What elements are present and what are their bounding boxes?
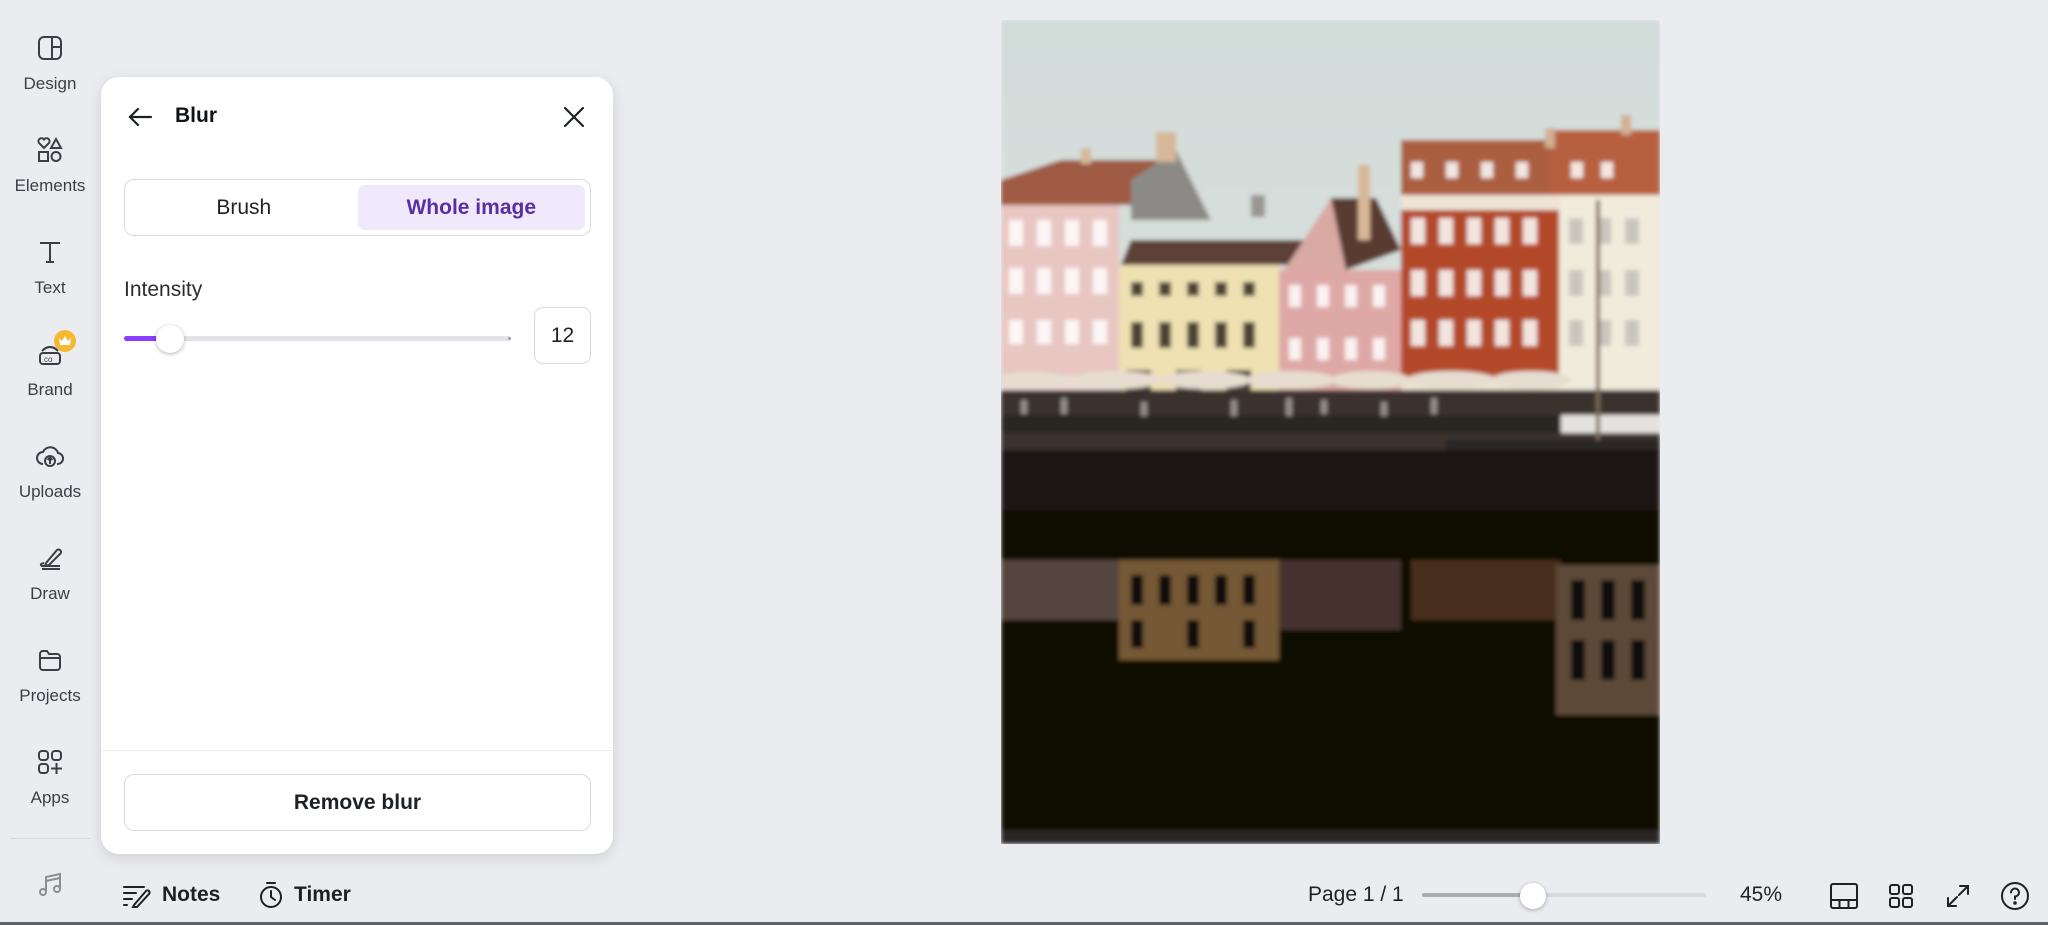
- apps-icon: [34, 746, 66, 778]
- tab-whole-image[interactable]: Whole image: [357, 185, 585, 230]
- grid-view-icon: [1889, 884, 1913, 908]
- slider-thumb[interactable]: [156, 325, 185, 353]
- panel-header: Blur: [101, 77, 613, 157]
- arrow-left-icon: [128, 107, 153, 127]
- intensity-value-input[interactable]: 12: [534, 307, 591, 364]
- expand-icon: [1947, 885, 1969, 907]
- left-sidebar: Design Elements Text co Brand Uploads Dr…: [0, 0, 100, 925]
- sidebar-item-apps[interactable]: Apps: [0, 734, 100, 824]
- panel-title: Blur: [175, 104, 217, 127]
- harbor-photo: [1001, 20, 1660, 844]
- sidebar-item-label: Elements: [14, 176, 86, 195]
- bottom-toolbar: Notes Timer Page 1 / 1 45%: [100, 868, 2048, 922]
- tab-brush[interactable]: Brush: [130, 185, 358, 230]
- timer-label: Timer: [294, 883, 351, 906]
- cloud-upload-icon: [34, 440, 66, 472]
- zoom-slider-fill: [1422, 893, 1533, 897]
- text-icon: [34, 236, 66, 268]
- layout-icon: [34, 32, 66, 64]
- sidebar-item-label: Design: [23, 74, 77, 93]
- notes-button[interactable]: Notes: [122, 868, 220, 922]
- notes-icon: [123, 886, 151, 908]
- canvas-image[interactable]: [1001, 20, 1660, 844]
- zoom-slider-thumb[interactable]: [1519, 883, 1546, 909]
- sidebar-item-design[interactable]: Design: [0, 20, 100, 110]
- sidebar-item-uploads[interactable]: Uploads: [0, 428, 100, 518]
- blur-mode-toggle: Brush Whole image: [124, 179, 591, 236]
- page-view-icon: [1830, 883, 1858, 909]
- panel-divider: [101, 750, 613, 751]
- pen-icon: [34, 542, 66, 574]
- slider-end-marker: [508, 337, 511, 340]
- sidebar-item-audio[interactable]: [0, 857, 100, 925]
- sidebar-item-label: Draw: [30, 584, 70, 603]
- grid-view-button[interactable]: [1885, 880, 1917, 912]
- sidebar-item-label: Apps: [30, 788, 70, 807]
- notes-label: Notes: [162, 883, 221, 906]
- zoom-slider[interactable]: [1422, 883, 1706, 909]
- sidebar-item-draw[interactable]: Draw: [0, 530, 100, 620]
- sidebar-item-text[interactable]: Text: [0, 224, 100, 314]
- back-button[interactable]: [124, 101, 156, 133]
- sidebar-item-label: Uploads: [18, 482, 82, 501]
- intensity-slider[interactable]: [124, 324, 511, 354]
- timer-icon: [260, 882, 282, 908]
- crown-icon: [54, 330, 76, 352]
- close-icon: [563, 106, 585, 128]
- sidebar-item-label: Projects: [19, 686, 81, 705]
- sidebar-item-projects[interactable]: Projects: [0, 632, 100, 722]
- sidebar-item-brand[interactable]: co Brand: [0, 326, 100, 416]
- shapes-icon: [34, 134, 66, 166]
- sidebar-item-label: Brand: [27, 380, 73, 399]
- sidebar-item-label: Text: [34, 278, 66, 297]
- help-icon: [2001, 882, 2029, 910]
- intensity-label: Intensity: [124, 278, 203, 301]
- folder-icon: [34, 644, 66, 676]
- fullscreen-button[interactable]: [1942, 880, 1974, 912]
- sidebar-divider: [10, 838, 90, 839]
- brand-icon: co: [34, 330, 76, 370]
- help-button[interactable]: [1999, 880, 2031, 912]
- sidebar-item-elements[interactable]: Elements: [0, 122, 100, 212]
- timer-button[interactable]: Timer: [258, 868, 351, 922]
- remove-blur-button[interactable]: Remove blur: [124, 774, 591, 831]
- page-view-button[interactable]: [1828, 880, 1860, 912]
- page-indicator[interactable]: Page 1 / 1: [1308, 868, 1404, 922]
- svg-text:co: co: [44, 355, 53, 364]
- close-button[interactable]: [558, 101, 590, 133]
- blur-panel: Blur Brush Whole image Intensity 12 Remo…: [101, 77, 613, 854]
- zoom-percentage[interactable]: 45%: [1740, 868, 1782, 922]
- music-icon: [34, 869, 66, 901]
